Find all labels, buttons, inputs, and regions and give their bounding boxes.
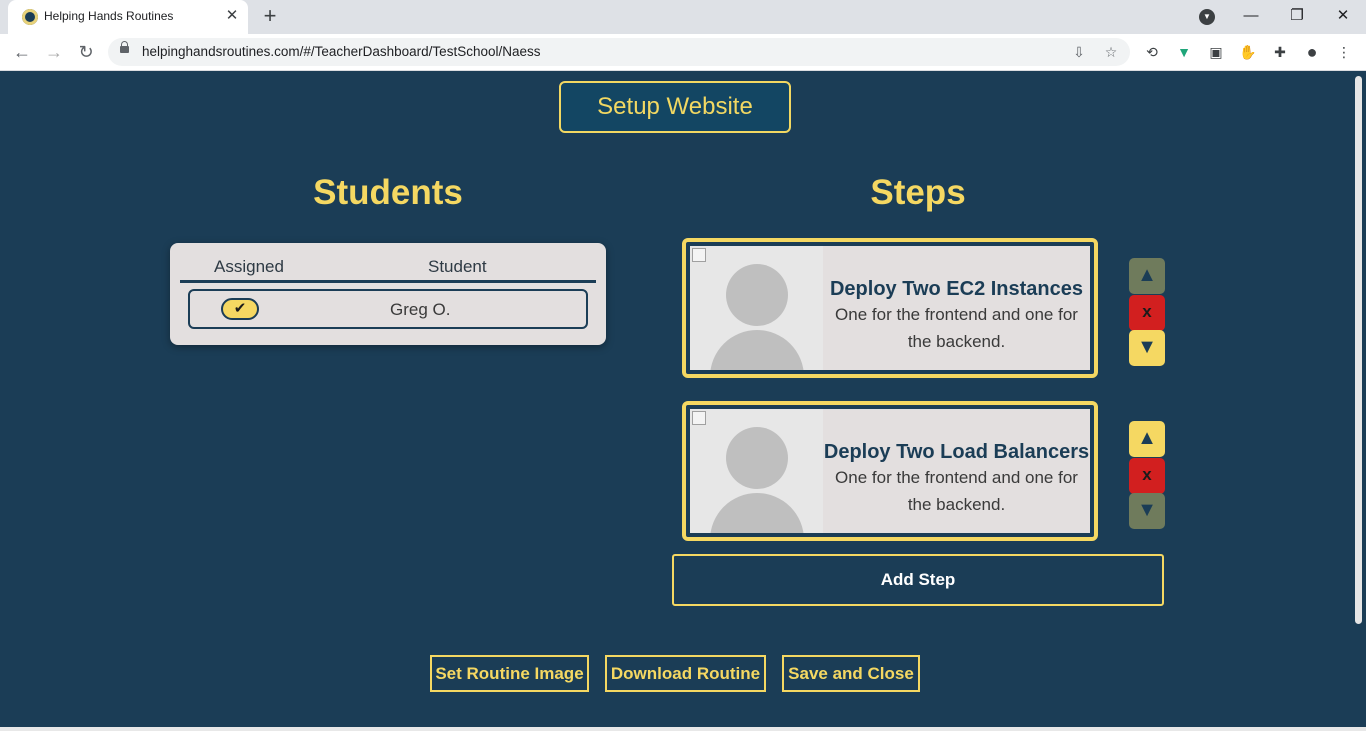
steps-heading: Steps [870,173,966,212]
bottom-edge-strip [0,727,1366,731]
site-favicon-icon [22,9,38,25]
download-routine-button[interactable]: Download Routine [605,655,766,692]
page-scrollbar-thumb[interactable] [1355,76,1362,624]
extension-sync-icon[interactable]: ⟲ [1142,42,1162,62]
extension-selenium-icon[interactable]: ▣ [1206,42,1226,62]
step-card[interactable]: Deploy Two Load Balancers One for the fr… [682,401,1098,541]
arrow-up-icon: ▲ [1137,427,1157,449]
broken-image-icon [692,411,706,425]
arrow-down-icon: ▼ [1137,336,1157,358]
tab-close-icon[interactable]: ✕ [222,6,242,26]
minimize-button[interactable]: — [1237,4,1265,28]
reload-icon[interactable]: ↻ [74,40,98,64]
delete-x-icon: x [1142,302,1152,321]
table-row[interactable]: ✔ Greg O. [188,289,588,329]
new-tab-button[interactable]: + [258,5,282,29]
bookmark-star-icon[interactable]: ☆ [1101,42,1121,62]
setup-website-button[interactable]: Setup Website [559,81,791,133]
avatar-body-icon [710,330,804,370]
move-step-up-button[interactable]: ▲ [1129,421,1165,457]
step-description: One for the frontend and one for the bac… [835,468,1078,514]
window-close-button[interactable]: ✕ [1329,4,1357,28]
install-app-icon[interactable]: ⇩ [1069,42,1089,62]
tab-search-icon[interactable]: ▼ [1199,9,1215,25]
address-bar[interactable]: helpinghandsroutines.com/#/TeacherDashbo… [108,38,1130,66]
arrow-up-icon: ▲ [1137,264,1157,286]
step-title: Deploy Two Load Balancers [823,441,1090,463]
delete-step-button[interactable]: x [1129,458,1165,494]
restore-button[interactable]: ❐ [1283,4,1311,28]
broken-image-icon [692,248,706,262]
avatar-body-icon [710,493,804,533]
assigned-column-header: Assigned [214,257,284,276]
tab-title: Helping Hands Routines [44,9,174,23]
table-header-divider [180,280,596,283]
browser-tabstrip: Helping Hands Routines ✕ + ▼ — ❐ ✕ [0,0,1366,34]
delete-x-icon: x [1142,465,1152,484]
assigned-checkmark-icon[interactable]: ✔ [221,298,259,320]
avatar-head-icon [726,264,788,326]
students-table: Assigned Student ✔ Greg O. [170,243,606,345]
add-step-button[interactable]: Add Step [672,554,1164,606]
profile-avatar-icon[interactable]: ● [1302,42,1322,62]
browser-menu-icon[interactable]: ⋮ [1334,42,1354,62]
extensions-puzzle-icon[interactable]: ✚ [1270,42,1290,62]
student-name: Greg O. [390,300,451,319]
avatar-head-icon [726,427,788,489]
step-title: Deploy Two EC2 Instances [829,278,1084,300]
move-step-down-button[interactable]: ▼ [1129,493,1165,529]
lock-icon[interactable] [120,41,129,53]
step-image-placeholder [690,246,823,370]
arrow-down-icon: ▼ [1137,499,1157,521]
extension-hand-icon[interactable]: ✋ [1238,42,1258,62]
student-column-header: Student [428,257,487,276]
forward-arrow-icon[interactable]: → [42,40,66,64]
save-and-close-button[interactable]: Save and Close [782,655,920,692]
move-step-down-button[interactable]: ▼ [1129,330,1165,366]
browser-tab[interactable]: Helping Hands Routines ✕ [8,0,248,34]
set-routine-image-button[interactable]: Set Routine Image [430,655,589,692]
students-heading: Students [313,173,463,212]
step-image-placeholder [690,409,823,533]
step-card[interactable]: Deploy Two EC2 Instances One for the fro… [682,238,1098,378]
move-step-up-button[interactable]: ▲ [1129,258,1165,294]
back-arrow-icon[interactable]: ← [10,40,34,64]
url-text[interactable]: helpinghandsroutines.com/#/TeacherDashbo… [142,44,541,59]
step-description: One for the frontend and one for the bac… [835,305,1078,351]
extension-vue-icon[interactable]: ▼ [1174,42,1194,62]
delete-step-button[interactable]: x [1129,295,1165,331]
